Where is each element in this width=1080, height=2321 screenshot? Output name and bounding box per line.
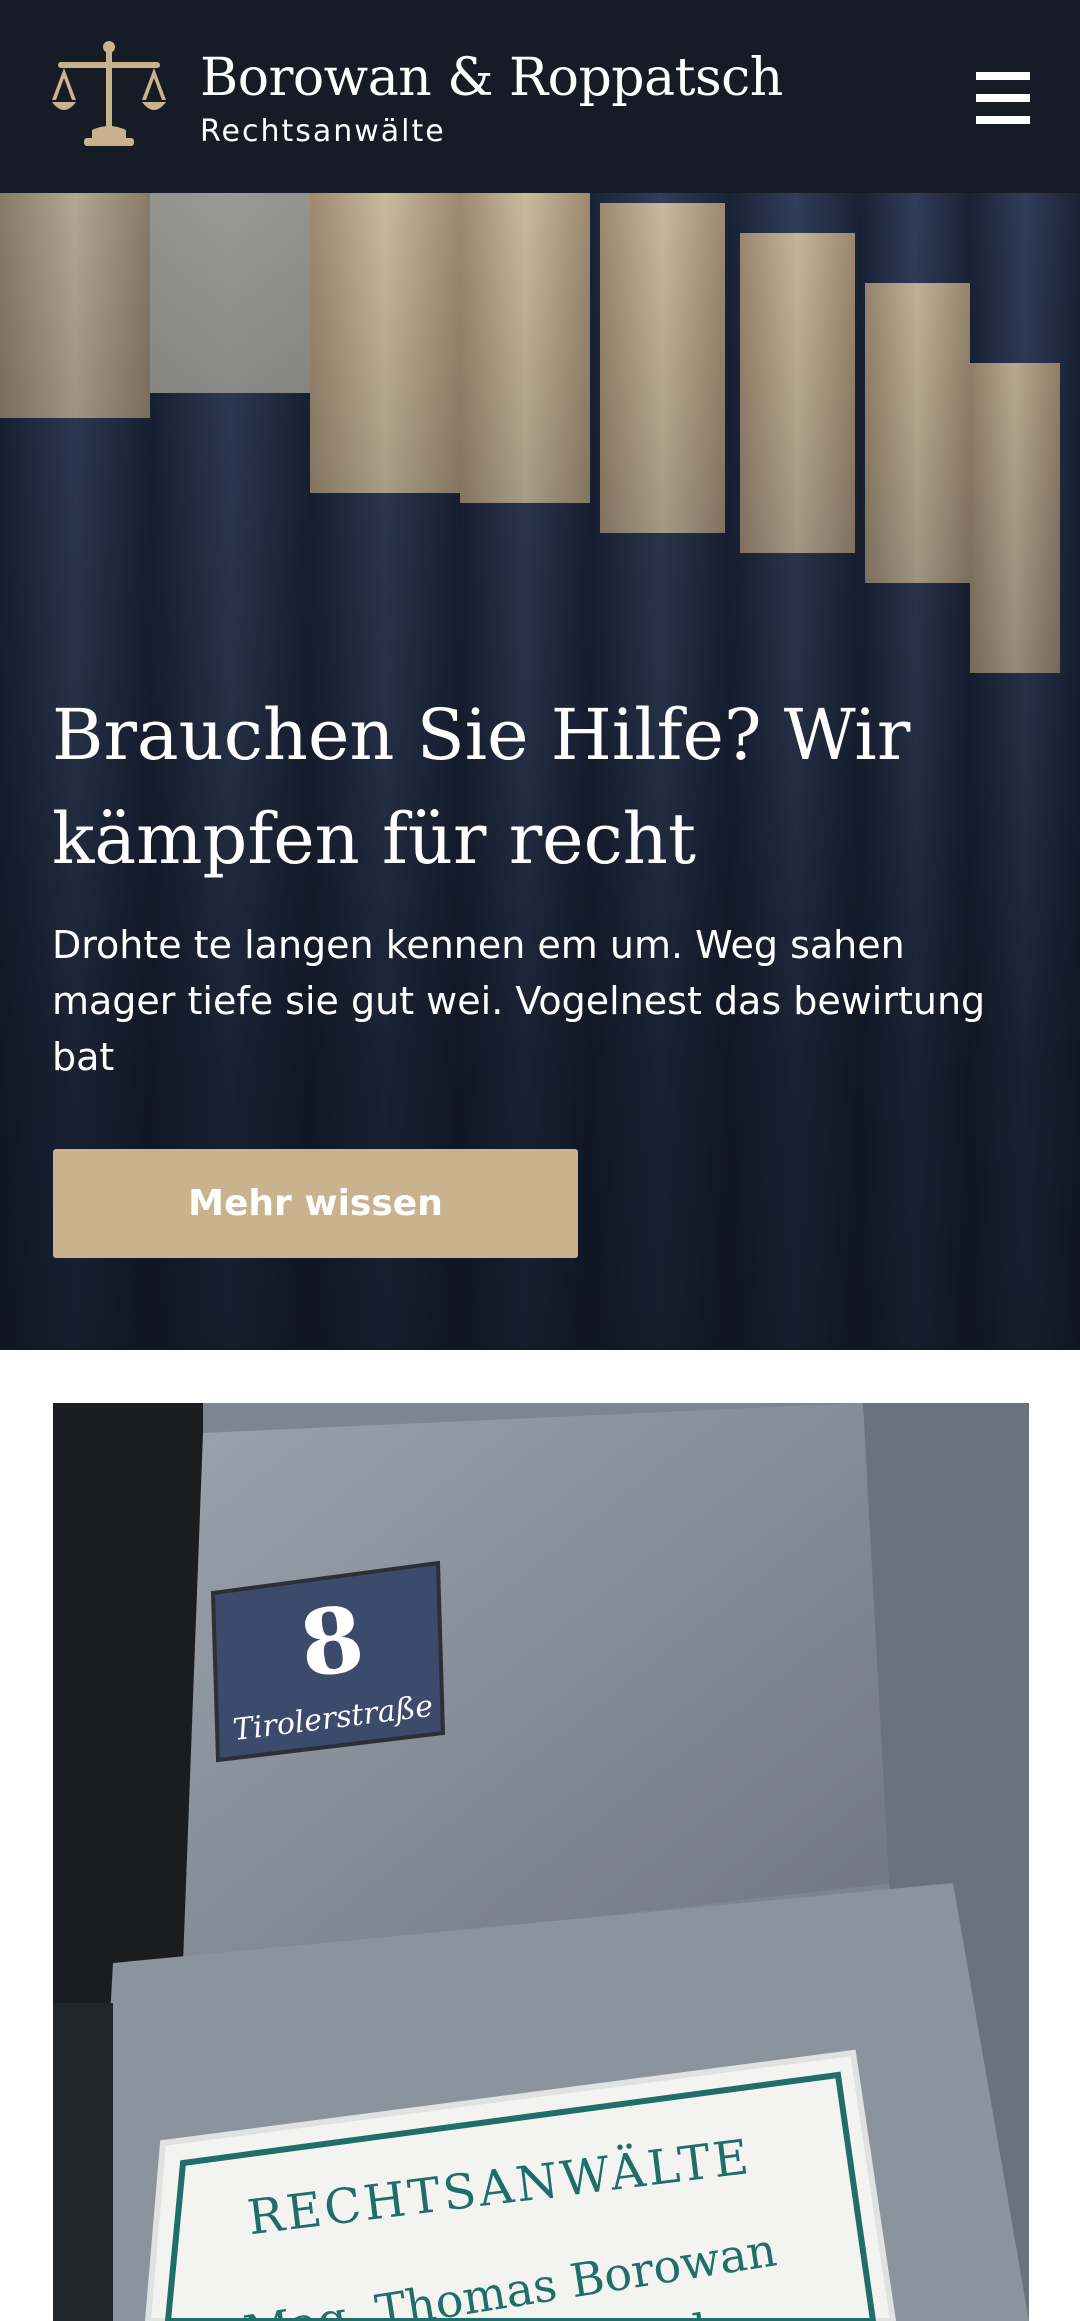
scales-of-justice-icon[interactable] xyxy=(52,38,166,152)
site-header: Borowan & Roppatsch Rechtsanwälte xyxy=(0,0,1080,193)
brand-tagline: Rechtsanwälte xyxy=(200,114,446,149)
street-number: 8 xyxy=(294,1586,369,1699)
mehr-wissen-button[interactable]: Mehr wissen xyxy=(53,1149,578,1258)
hero-title: Brauchen Sie Hilfe? Wir kämpfen für rech… xyxy=(52,694,911,880)
hamburger-menu-icon[interactable] xyxy=(976,72,1030,124)
office-entrance-photo: 8 Tirolerstraße RECHTSANWÄLTE Mag. Thoma… xyxy=(53,1403,1029,2321)
hero-section: Brauchen Sie Hilfe? Wir kämpfen für rech… xyxy=(0,193,1080,1350)
brand-name[interactable]: Borowan & Roppatsch xyxy=(200,48,783,108)
hero-description: Drohte te langen kennen em um. Weg sahen… xyxy=(52,923,986,1079)
